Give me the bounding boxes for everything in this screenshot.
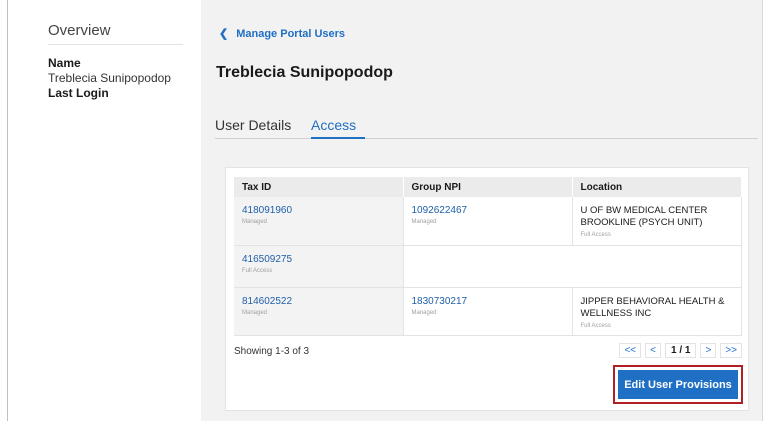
tax-id-cell: 418091960 Managed	[234, 197, 404, 246]
back-breadcrumb[interactable]: ❮ Manage Portal Users	[219, 27, 346, 41]
tax-id-value[interactable]: 416509275	[242, 254, 395, 265]
edit-user-provisions-button[interactable]: Edit User Provisions	[618, 370, 738, 399]
group-npi-status: Managed	[411, 219, 437, 225]
location-line2: WELLNESS INC	[580, 307, 652, 319]
empty-cell	[403, 245, 742, 288]
location-cell: U OF BW MEDICAL CENTER BROOKLINE (PSYCH …	[572, 197, 742, 246]
pagination: << < 1 / 1 > >>	[619, 343, 742, 358]
tax-id-status: Full Access	[242, 267, 273, 274]
access-table: Tax ID Group NPI Location 418091960 Mana…	[234, 177, 742, 336]
table-row[interactable]: 416509275 Full Access	[234, 245, 742, 288]
tax-id-cell: 416509275 Full Access	[234, 245, 404, 288]
table-row[interactable]: 418091960 Managed 1092622467 Managed U O…	[234, 197, 742, 246]
name-value: Treblecia Sunipopodop	[48, 71, 171, 85]
tax-id-status: Managed	[242, 219, 268, 225]
column-header-location[interactable]: Location	[572, 177, 742, 197]
tax-id-status: Managed	[242, 309, 268, 316]
main-content: ❮ Manage Portal Users Treblecia Sunipopo…	[201, 0, 762, 421]
table-row[interactable]: 814602522 Managed 1830730217 Managed JIP…	[234, 287, 742, 336]
chevron-left-icon: ❮	[219, 28, 229, 40]
location-line2: BROOKLINE (PSYCH UNIT)	[580, 217, 703, 228]
tax-id-cell: 814602522 Managed	[234, 287, 404, 336]
tax-id-value[interactable]: 814602522	[242, 296, 395, 307]
name-label: Name	[48, 56, 81, 70]
location-cell: JIPPER BEHAVIORAL HEALTH & WELLNESS INC …	[572, 287, 742, 336]
showing-count: Showing 1-3 of 3	[234, 346, 310, 357]
group-npi-value[interactable]: 1830730217	[412, 296, 564, 307]
tax-id-value[interactable]: 418091960	[242, 205, 395, 216]
table-header-row: Tax ID Group NPI Location	[234, 177, 742, 197]
location-line1: JIPPER BEHAVIORAL HEALTH &	[580, 295, 725, 307]
tab-user-details[interactable]: User Details	[215, 117, 291, 139]
overview-title: Overview	[48, 22, 111, 39]
page-title: Treblecia Sunipopodop	[216, 64, 393, 81]
last-page-button[interactable]: >>	[720, 343, 742, 358]
location-line1: U OF BW MEDICAL CENTER	[580, 205, 708, 216]
group-npi-cell: 1830730217 Managed	[403, 287, 573, 336]
group-npi-status: Managed	[411, 309, 437, 316]
location-status: Full Access	[580, 322, 611, 329]
last-login-label: Last Login	[48, 86, 109, 100]
overview-sidebar: Overview Name Treblecia Sunipopodop Last…	[8, 0, 201, 421]
edit-button-highlight: Edit User Provisions	[613, 365, 743, 404]
next-page-button[interactable]: >	[700, 343, 717, 358]
tab-access[interactable]: Access	[311, 117, 365, 139]
group-npi-cell: 1092622467 Managed	[403, 197, 573, 246]
first-page-button[interactable]: <<	[619, 343, 642, 358]
column-header-group-npi[interactable]: Group NPI	[403, 177, 573, 197]
access-card: Tax ID Group NPI Location 418091960 Mana…	[225, 167, 749, 411]
breadcrumb-label: Manage Portal Users	[236, 27, 346, 40]
column-header-tax-id[interactable]: Tax ID	[234, 177, 404, 197]
prev-page-button[interactable]: <	[645, 343, 661, 358]
group-npi-value[interactable]: 1092622467	[412, 205, 564, 216]
page-indicator: 1 / 1	[665, 343, 697, 358]
location-status: Full Access	[580, 232, 611, 238]
overview-divider	[48, 44, 183, 45]
tab-bar: User Details Access	[215, 117, 758, 139]
